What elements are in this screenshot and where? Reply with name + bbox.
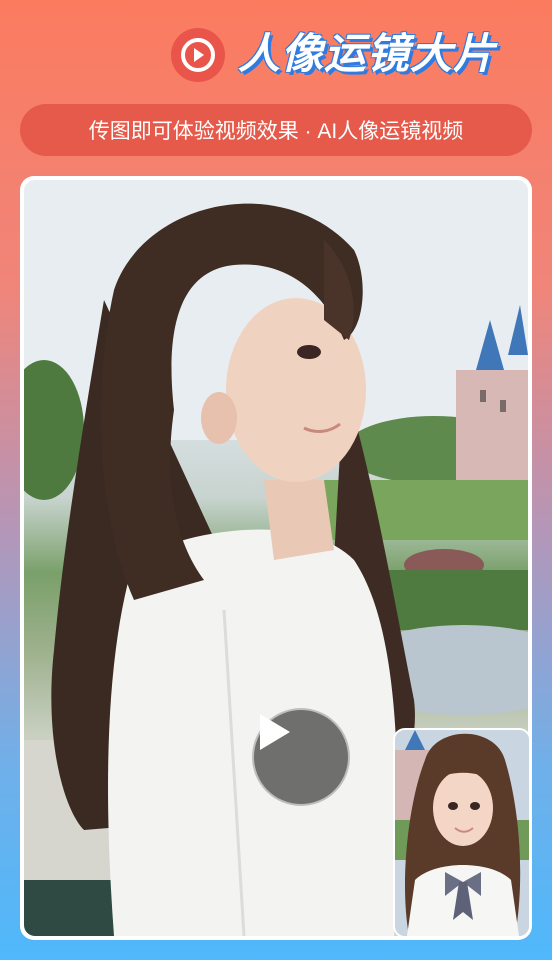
header: 人像运镜大片 bbox=[0, 0, 552, 100]
play-circle-icon bbox=[171, 28, 225, 82]
play-icon bbox=[260, 714, 290, 750]
reference-portrait-thumbnail[interactable] bbox=[393, 728, 531, 938]
play-button[interactable] bbox=[252, 708, 350, 806]
page-title: 人像运镜大片 bbox=[238, 29, 497, 78]
subtitle-text: 传图即可体验视频效果 · AI人像运镜视频 bbox=[88, 120, 464, 143]
subtitle-banner: 传图即可体验视频效果 · AI人像运镜视频 bbox=[20, 104, 532, 156]
